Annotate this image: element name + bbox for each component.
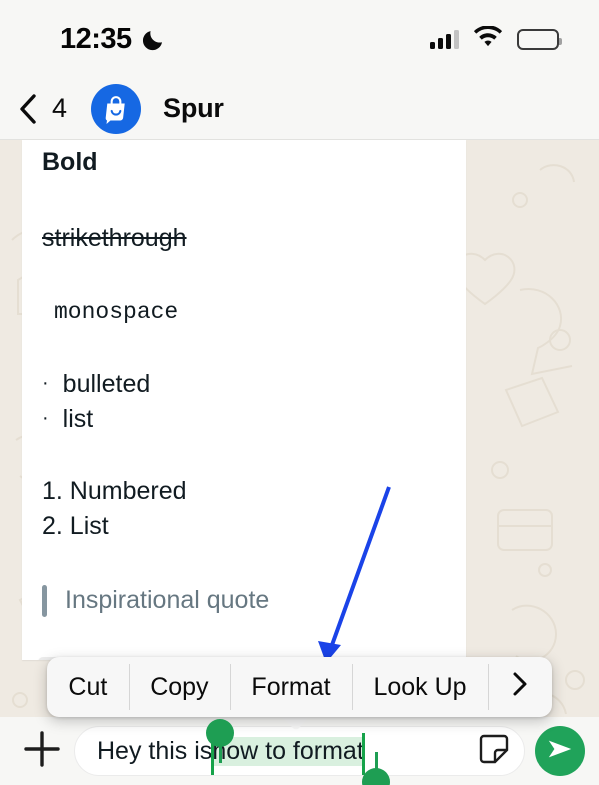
list-item: 1. Numbered [42, 477, 187, 506]
list-item: · bulleted [42, 367, 446, 402]
chat-title: Spur [163, 93, 224, 123]
chevron-right-icon [512, 671, 528, 704]
context-menu-more-button[interactable] [488, 657, 552, 717]
context-menu-item-cut[interactable]: Cut [47, 657, 129, 717]
message-bubble[interactable]: Bold strikethrough monospace · bulleted … [22, 140, 466, 660]
list-item: 2. List [42, 511, 109, 540]
message-blockquote: Inspirational quote [42, 585, 446, 617]
input-text-selected: how to format [211, 732, 365, 775]
chat-header: 4 Spur [0, 78, 599, 140]
message-bold-line: Bold [42, 148, 98, 176]
message-monospace-line: monospace [54, 299, 179, 325]
selected-text-value: how to format [212, 736, 364, 765]
phone-screen: 12:35 4 Spur Bold strikethrough monospac… [0, 0, 599, 785]
selection-handle-end[interactable] [362, 752, 390, 785]
list-item-label: bulleted [62, 370, 151, 399]
selection-handle-knob [206, 719, 234, 747]
wifi-icon [473, 24, 503, 53]
status-bar-indicators [430, 24, 562, 53]
message-bulleted-list: · bulleted · list [42, 367, 446, 436]
context-menu-item-copy[interactable]: Copy [128, 657, 230, 717]
status-time: 12:35 [60, 22, 132, 55]
send-icon [546, 735, 574, 768]
selection-handle-knob [362, 768, 390, 785]
chevron-left-icon [18, 93, 38, 125]
context-menu-item-look-up[interactable]: Look Up [352, 657, 488, 717]
list-item-label: list [62, 404, 94, 433]
text-selection-context-menu: Cut Copy Format Look Up [47, 657, 552, 717]
sticker-icon [477, 732, 511, 771]
sticker-button[interactable] [470, 727, 518, 775]
bullet-glyph: · [42, 406, 49, 429]
crescent-moon-icon [141, 28, 163, 51]
bullet-glyph: · [42, 372, 49, 395]
message-numbered-list: 1. Numbered 2. List [42, 474, 446, 543]
message-inline-code-row: smol inline code [38, 617, 446, 660]
spur-logo-icon[interactable] [91, 83, 142, 134]
unread-count: 4 [52, 93, 68, 123]
message-input-field[interactable]: Hey this is how to format [74, 726, 525, 776]
battery-icon [517, 28, 562, 50]
input-text-unselected: Hey this is [97, 736, 213, 765]
context-menu-item-format[interactable]: Format [230, 657, 352, 717]
selection-handle-stem [218, 745, 222, 763]
status-bar-time-group: 12:35 [60, 23, 163, 56]
plus-icon [22, 729, 62, 774]
blockquote-bar-icon [42, 585, 47, 617]
send-button[interactable] [535, 726, 585, 776]
back-button[interactable]: 4 [18, 93, 75, 125]
cellular-signal-icon [430, 29, 459, 49]
blockquote-text: Inspirational quote [65, 586, 270, 615]
status-bar: 12:35 [0, 0, 599, 78]
list-item: · list [42, 402, 446, 437]
attach-button[interactable] [14, 723, 70, 779]
message-strikethrough-line: strikethrough [42, 224, 187, 252]
selection-handle-start[interactable] [206, 719, 234, 763]
